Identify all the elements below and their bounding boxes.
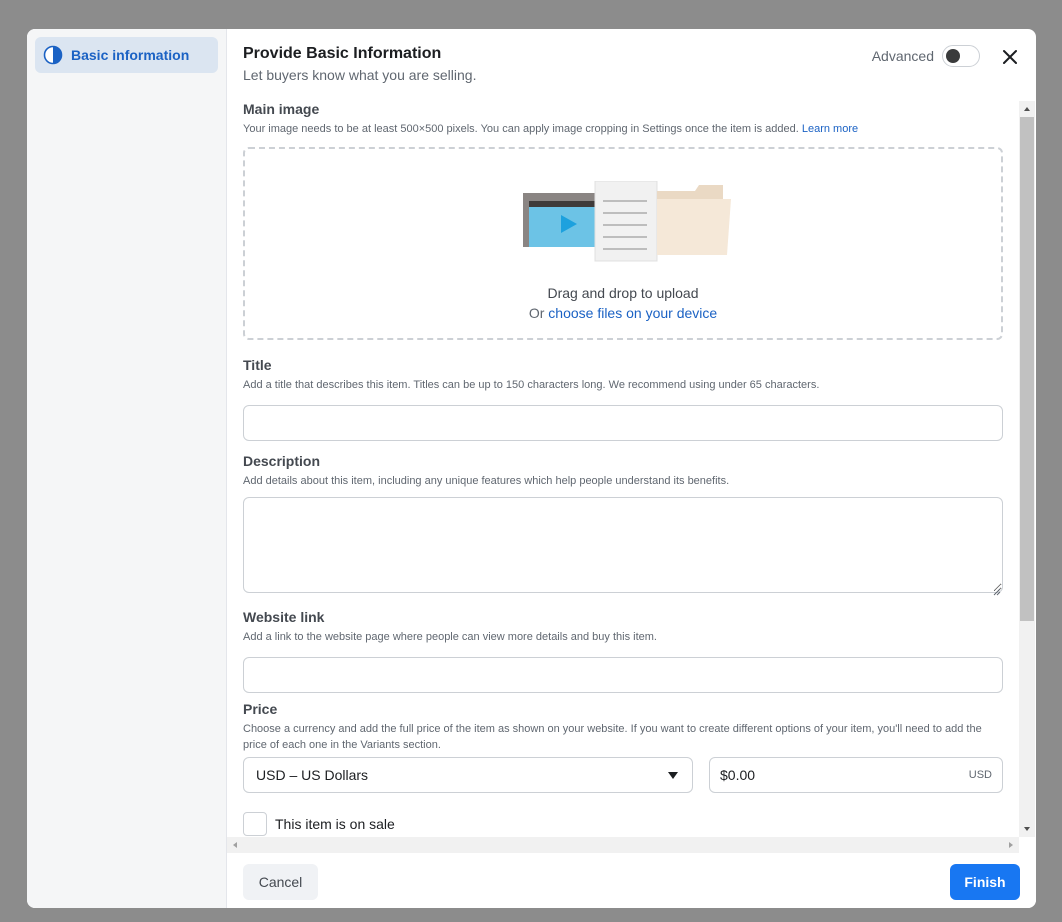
title-input[interactable] xyxy=(243,405,1003,441)
sidebar: Basic information xyxy=(27,29,227,908)
main-image-help-text: Your image needs to be at least 500×500 … xyxy=(243,123,799,135)
add-item-modal: Basic information Provide Basic Informat… xyxy=(27,29,1036,908)
finish-button[interactable]: Finish xyxy=(950,864,1020,900)
currency-select[interactable]: USD – US Dollars xyxy=(243,757,693,793)
currency-selected: USD – US Dollars xyxy=(256,767,369,783)
on-sale-label: This item is on sale xyxy=(275,816,395,832)
choose-files-link[interactable]: choose files on your device xyxy=(548,305,717,321)
main-image-help: Your image needs to be at least 500×500 … xyxy=(243,121,1003,137)
sidebar-item-basic-information[interactable]: Basic information xyxy=(35,37,218,73)
advanced-toggle[interactable] xyxy=(942,45,980,67)
modal-footer: Cancel Finish xyxy=(227,853,1036,908)
cancel-button[interactable]: Cancel xyxy=(243,864,318,900)
main-image-section: Main image Your image needs to be at lea… xyxy=(243,101,1003,137)
modal-header: Provide Basic Information Let buyers kno… xyxy=(243,45,1020,85)
chevron-down-icon xyxy=(668,772,678,779)
toggle-knob xyxy=(946,49,960,63)
form-scroll-area: Main image Your image needs to be at lea… xyxy=(227,101,1035,837)
website-section: Website link Add a link to the website p… xyxy=(243,609,1003,693)
scrollbar-thumb[interactable] xyxy=(1020,117,1034,621)
learn-more-link[interactable]: Learn more xyxy=(802,123,858,135)
advanced-label: Advanced xyxy=(871,48,934,64)
description-section: Description Add details about this item,… xyxy=(243,453,1003,598)
sidebar-item-label: Basic information xyxy=(71,47,190,63)
close-icon[interactable] xyxy=(1000,47,1020,67)
description-help: Add details about this item, including a… xyxy=(243,475,730,487)
scroll-right-icon[interactable] xyxy=(1003,837,1019,853)
description-wrap xyxy=(243,497,1003,598)
price-row: USD – US Dollars $0.00 USD xyxy=(243,757,1003,793)
dropzone-text: Drag and drop to upload xyxy=(547,285,699,301)
title-section: Title Add a title that describes this it… xyxy=(243,357,1003,441)
on-sale-checkbox[interactable] xyxy=(243,812,267,836)
half-circle-icon xyxy=(43,45,63,65)
or-text: Or xyxy=(528,305,545,321)
scroll-left-icon[interactable] xyxy=(227,837,243,853)
website-help: Add a link to the website page where peo… xyxy=(243,631,657,643)
upload-illustration-icon xyxy=(523,180,733,267)
main-image-label: Main image xyxy=(243,101,320,117)
scroll-down-icon[interactable] xyxy=(1019,821,1035,837)
website-label: Website link xyxy=(243,609,325,625)
scroll-up-icon[interactable] xyxy=(1019,101,1035,117)
price-amount-input[interactable]: $0.00 USD xyxy=(709,757,1003,793)
title-help: Add a title that describes this item. Ti… xyxy=(243,379,820,391)
description-label: Description xyxy=(243,453,321,469)
main-panel: Provide Basic Information Let buyers kno… xyxy=(227,29,1036,908)
vertical-scrollbar[interactable] xyxy=(1019,101,1035,837)
price-help: Choose a currency and add the full price… xyxy=(243,723,982,751)
image-dropzone[interactable]: Drag and drop to upload Or choose files … xyxy=(243,147,1003,340)
modal-subtitle: Let buyers know what you are selling. xyxy=(243,67,477,83)
website-input[interactable] xyxy=(243,657,1003,693)
sale-row: This item is on sale xyxy=(243,812,1003,836)
resize-grip-icon[interactable] xyxy=(993,588,1001,596)
currency-code: USD xyxy=(968,769,992,781)
dropzone-choose-line: Or choose files on your device xyxy=(245,305,1001,321)
title-label: Title xyxy=(243,357,272,373)
sale-section: This item is on sale xyxy=(243,812,1003,836)
price-section: Price Choose a currency and add the full… xyxy=(243,701,1003,793)
description-textarea[interactable] xyxy=(243,497,1003,593)
advanced-toggle-group: Advanced xyxy=(872,45,980,67)
horizontal-scrollbar[interactable] xyxy=(227,837,1019,853)
price-amount-value: $0.00 xyxy=(720,767,756,783)
price-label: Price xyxy=(243,701,278,717)
